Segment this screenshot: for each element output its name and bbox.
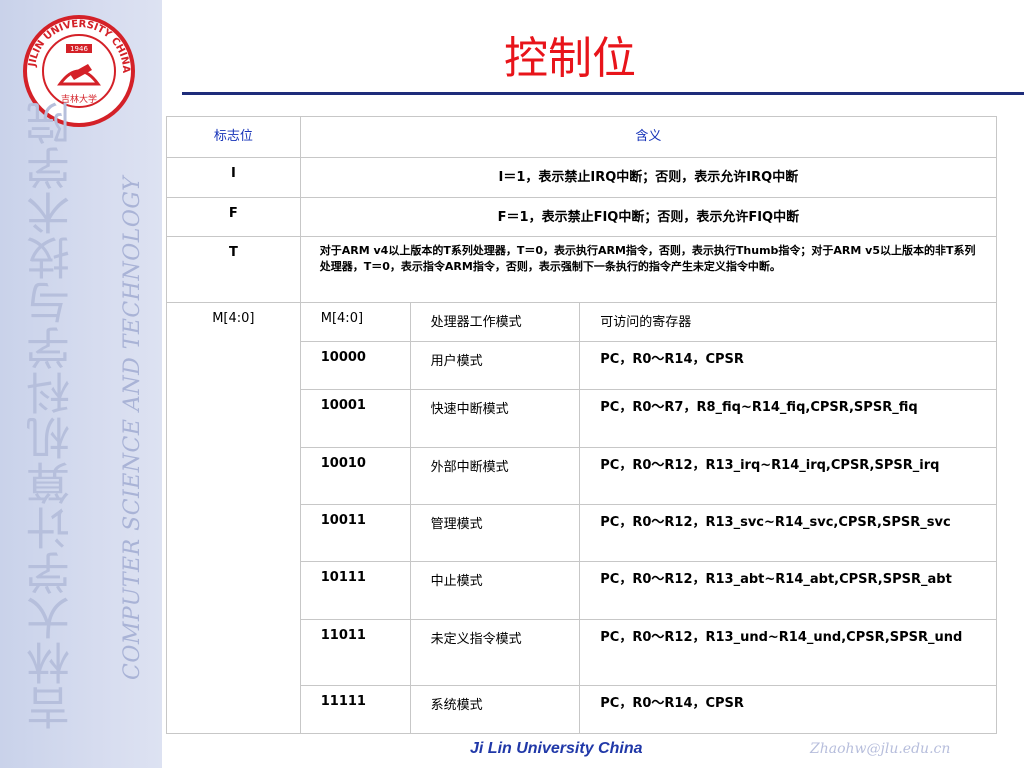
- mode-bits: 10011: [299, 504, 411, 562]
- mode-regs: PC，R0～R14，CPSR: [579, 685, 997, 734]
- mode-regs-header: 可访问的寄存器: [579, 302, 997, 342]
- mode-regs: PC，R0～R7，R8_fiq~R14_fiq,CPSR,SPSR_fiq: [579, 389, 997, 448]
- svg-text:1946: 1946: [70, 45, 88, 53]
- meaning-cell: F＝1，表示禁止FIQ中断；否则，表示允许FIQ中断: [299, 197, 998, 237]
- mode-name: 未定义指令模式: [409, 619, 581, 686]
- slide-title: 控制位: [504, 33, 636, 84]
- mode-name: 管理模式: [409, 504, 581, 562]
- mode-regs: PC，R0～R12，R13_und~R14_und,CPSR,SPSR_und: [579, 619, 997, 686]
- mode-bits: 11111: [299, 685, 411, 734]
- mode-bits: 10001: [299, 389, 411, 448]
- mode-bits: 10111: [299, 561, 411, 620]
- title-divider: [182, 92, 1024, 95]
- meaning-cell: I＝1，表示禁止IRQ中断；否则，表示允许IRQ中断: [299, 157, 998, 198]
- table-row: F F＝1，表示禁止FIQ中断；否则，表示允许FIQ中断: [166, 197, 998, 237]
- vertical-english-text: COMPUTER SCIENCE AND TECHNOLOGY: [120, 175, 145, 680]
- mode-regs: PC，R0～R12，R13_irq~R14_irq,CPSR,SPSR_irq: [579, 447, 997, 505]
- table-row: T 对于ARM v4以上版本的T系列处理器，T＝0，表示执行ARM指令，否则，表…: [166, 236, 998, 303]
- mode-name: 中止模式: [409, 561, 581, 620]
- mode-header-row: M[4:0] M[4:0] 处理器工作模式 可访问的寄存器: [166, 302, 997, 734]
- sidebar: JILIN UNIVERSITY CHINA 1946 吉林大学 吉林大学计算机…: [0, 0, 162, 768]
- mode-name-header: 处理器工作模式: [409, 302, 581, 342]
- flag-cell: I: [166, 157, 301, 198]
- mode-name: 用户模式: [409, 341, 581, 390]
- vertical-chinese-text: 吉林大学计算机科学与技术学院: [27, 100, 78, 730]
- mode-name: 系统模式: [409, 685, 581, 734]
- mode-regs: PC，R0～R12，R13_abt~R14_abt,CPSR,SPSR_abt: [579, 561, 997, 620]
- mode-bits: 10000: [299, 341, 411, 390]
- footer-email: Zhaohw@jlu.edu.cn: [810, 741, 951, 757]
- table-header-row: 标志位 含义: [166, 116, 998, 158]
- footer-university: Ji Lin University China: [470, 740, 643, 757]
- table-row: I I＝1，表示禁止IRQ中断；否则，表示允许IRQ中断: [166, 157, 998, 198]
- mode-flag-cell: M[4:0]: [166, 302, 301, 734]
- mode-name: 快速中断模式: [409, 389, 581, 448]
- mode-bits: 11011: [299, 619, 411, 686]
- mode-name: 外部中断模式: [409, 447, 581, 505]
- mode-bits: 10010: [299, 447, 411, 505]
- control-bits-table: 标志位 含义 I I＝1，表示禁止IRQ中断；否则，表示允许IRQ中断 F F＝…: [166, 116, 998, 734]
- mode-flag-label: M[4:0]: [212, 311, 255, 326]
- meaning-cell: 对于ARM v4以上版本的T系列处理器，T＝0，表示执行ARM指令，否则，表示执…: [299, 236, 998, 303]
- header-flag: 标志位: [166, 116, 301, 158]
- flag-cell: F: [166, 197, 301, 237]
- mode-bits-header: M[4:0]: [299, 302, 411, 342]
- header-meaning: 含义: [299, 116, 998, 158]
- mode-regs: PC，R0～R14，CPSR: [579, 341, 997, 390]
- flag-cell: T: [166, 236, 301, 303]
- mode-regs: PC，R0～R12，R13_svc~R14_svc,CPSR,SPSR_svc: [579, 504, 997, 562]
